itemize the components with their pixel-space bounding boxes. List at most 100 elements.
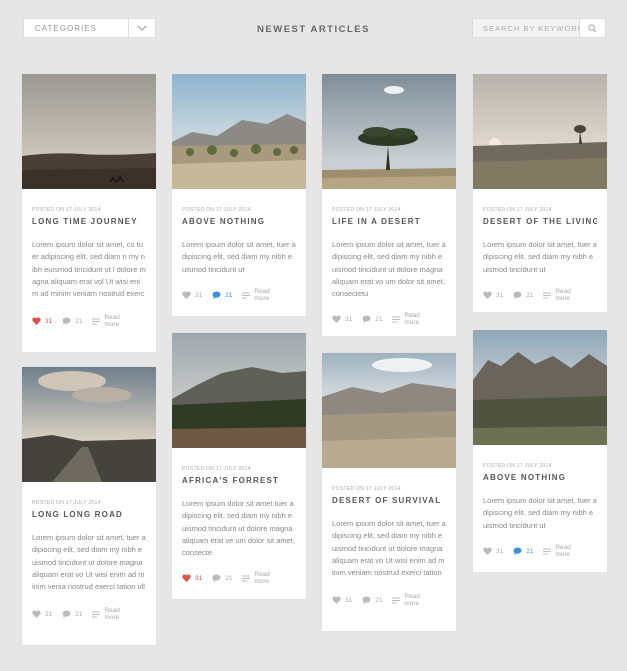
comment-button[interactable]: 21 (62, 317, 82, 325)
read-more-icon (242, 575, 251, 581)
comment-count: 21 (75, 610, 83, 618)
like-count: 31 (345, 596, 353, 604)
like-count: 31 (496, 291, 504, 299)
comment-button[interactable]: 21 (362, 596, 382, 604)
article-image[interactable] (322, 353, 456, 468)
article-image[interactable] (172, 333, 306, 448)
like-count: 31 (45, 610, 53, 618)
comment-icon (362, 596, 371, 604)
article-title[interactable]: DESERT OF SURVIVAL (332, 496, 446, 505)
search-button[interactable] (579, 19, 605, 37)
article-excerpt: Lorem ipsum dolor sit amet, tuer adipisc… (182, 240, 296, 274)
post-date: POSTED ON 17 JULY 2014 (32, 207, 101, 213)
heart-icon (483, 547, 492, 555)
like-button[interactable]: 31 (483, 547, 503, 555)
top-bar: CATEGORIES NEWEST ARTICLES (0, 0, 627, 56)
search-input[interactable] (473, 19, 579, 37)
like-button[interactable]: 31 (182, 291, 202, 299)
read-more-icon (242, 292, 251, 298)
heart-icon (332, 596, 341, 604)
read-more-label: Read more (555, 544, 571, 558)
like-button[interactable]: 31 (32, 610, 52, 618)
read-more-link[interactable]: Read more (242, 288, 286, 302)
article-image[interactable] (473, 74, 607, 189)
read-more-label: Read more (104, 314, 120, 328)
read-more-link[interactable]: Read more (392, 312, 436, 326)
read-more-icon (392, 316, 401, 322)
comment-button[interactable]: 21 (513, 547, 533, 555)
comment-button[interactable]: 21 (212, 291, 232, 299)
article-title[interactable]: ABOVE NOTHING (182, 217, 296, 226)
like-count: 31 (45, 317, 53, 325)
article-excerpt: Lorem ipsum dolor sit amet, co tuer adip… (32, 240, 146, 299)
comment-icon (62, 610, 71, 618)
comment-count: 21 (526, 547, 534, 555)
article-card: POSTED ON 17 JULY 2014 ABOVE NOTHING Lor… (172, 74, 306, 316)
comment-count: 21 (75, 317, 83, 325)
heart-icon (182, 574, 191, 582)
read-more-label: Read more (254, 288, 270, 302)
post-date: POSTED ON 17 JULY 2014 (332, 207, 401, 213)
article-image[interactable] (172, 74, 306, 189)
post-date: POSTED ON 17 JULY 2014 (483, 207, 552, 213)
like-count: 31 (496, 547, 504, 555)
heart-icon (182, 291, 191, 299)
article-image[interactable] (22, 74, 156, 189)
heart-icon (32, 610, 41, 618)
comment-icon (212, 291, 221, 299)
like-button[interactable]: 31 (483, 291, 503, 299)
article-excerpt: Lorem ipsum dolor sit amet, tuer adipisc… (332, 240, 446, 299)
comment-button[interactable]: 21 (62, 610, 82, 618)
comment-button[interactable]: 21 (513, 291, 533, 299)
article-image[interactable] (22, 367, 156, 482)
article-title[interactable]: DESERT OF THE LIVINGS (483, 217, 597, 226)
post-date: POSTED ON 17 JULY 2014 (182, 207, 251, 213)
comment-icon (62, 317, 71, 325)
read-more-label: Read more (254, 571, 270, 585)
comment-button[interactable]: 21 (212, 574, 232, 582)
like-button[interactable]: 31 (32, 317, 52, 325)
read-more-icon (92, 611, 101, 617)
comment-button[interactable]: 21 (362, 315, 382, 323)
read-more-link[interactable]: Read more (543, 288, 587, 302)
article-title[interactable]: ABOVE NOTHING (483, 473, 597, 482)
post-date: POSTED ON 17 JULY 2014 (332, 486, 401, 492)
article-title[interactable]: LONG LONG ROAD (32, 510, 146, 519)
like-button[interactable]: 31 (182, 574, 202, 582)
article-excerpt: Lorem ipsum dolor sit amet, tuer adipisc… (483, 496, 597, 530)
article-card: POSTED ON 17 JULY 2014 LIFE IN A DESERT … (322, 74, 456, 336)
article-title[interactable]: LIFE IN A DESERT (332, 217, 446, 226)
article-card: POSTED ON 17 JULY 2014 LONG LONG ROAD Lo… (22, 367, 156, 645)
read-more-link[interactable]: Read more (242, 571, 286, 585)
article-excerpt: Lorem ipsum dolor sit amet, tuer adipisc… (32, 533, 146, 592)
article-excerpt: Lorem ipsum dolor sit amet, tuer adipisc… (332, 519, 446, 578)
read-more-link[interactable]: Read more (92, 607, 136, 621)
read-more-link[interactable]: Read more (543, 544, 587, 558)
heart-icon (332, 315, 341, 323)
article-excerpt: Lorem ipsum dolor sit amet, tuer adipisc… (483, 240, 597, 274)
like-button[interactable]: 31 (332, 315, 352, 323)
comment-icon (513, 291, 522, 299)
search-icon (588, 23, 597, 32)
read-more-label: Read more (104, 607, 120, 621)
read-more-label: Read more (404, 312, 420, 326)
post-date: POSTED ON 17 JULY 2014 (32, 500, 101, 506)
search-box (472, 18, 606, 38)
like-count: 31 (195, 291, 203, 299)
comment-count: 21 (526, 291, 534, 299)
article-title[interactable]: AFRICA'S FORREST (182, 476, 296, 485)
article-card: POSTED ON 17 JULY 2014 LONG TIME JOURNEY… (22, 74, 156, 352)
article-excerpt: Lorem ipsum dolor sit amet tuer adipisci… (182, 499, 295, 558)
article-image[interactable] (322, 74, 456, 189)
comment-icon (212, 574, 221, 582)
article-title[interactable]: LONG TIME JOURNEY (32, 217, 146, 226)
heart-icon (483, 291, 492, 299)
read-more-label: Read more (555, 288, 571, 302)
read-more-link[interactable]: Read more (392, 593, 436, 607)
like-count: 31 (195, 574, 203, 582)
read-more-link[interactable]: Read more (92, 314, 136, 328)
article-image[interactable] (473, 330, 607, 445)
like-button[interactable]: 31 (332, 596, 352, 604)
post-date: POSTED ON 17 JULY 2014 (483, 463, 552, 469)
read-more-icon (543, 548, 552, 554)
